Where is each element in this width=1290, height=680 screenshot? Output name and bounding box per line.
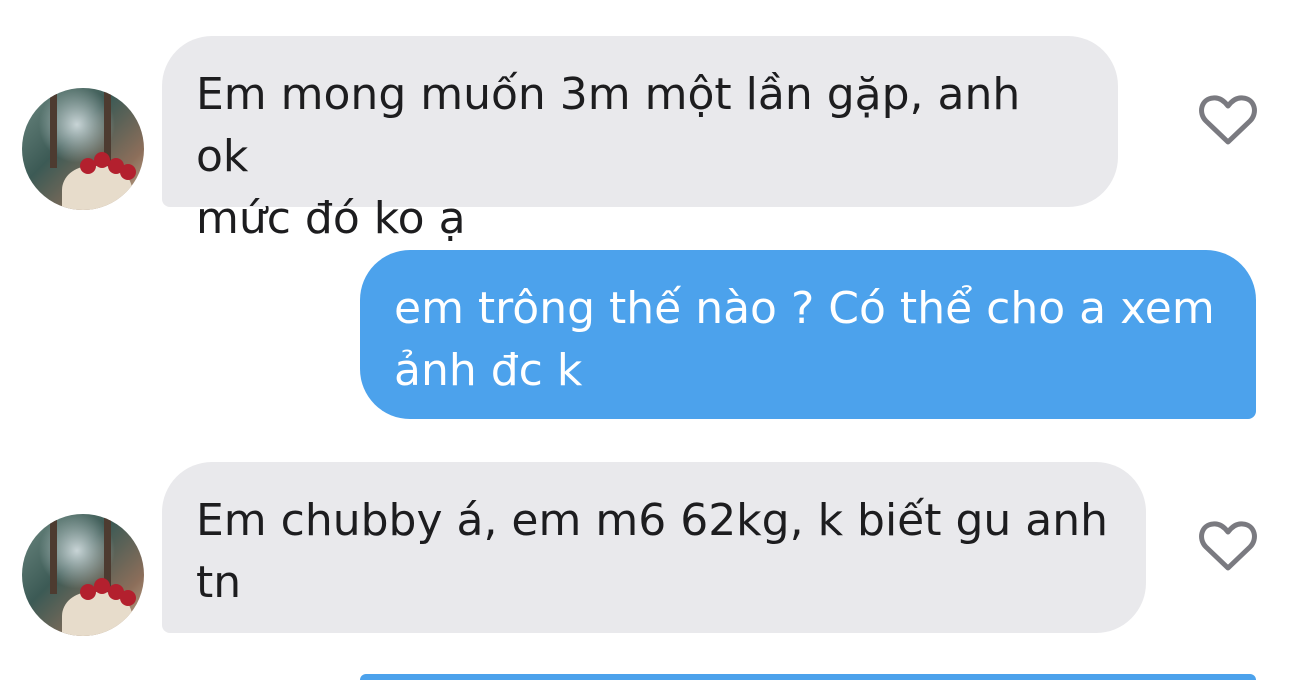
heart-outline-icon[interactable]	[1199, 94, 1257, 146]
chat-thread: Em mong muốn 3m một lần gặp, anh ok mức …	[0, 0, 1290, 680]
message-bubble-incoming[interactable]: Em mong muốn 3m một lần gặp, anh ok mức …	[162, 36, 1118, 244]
avatar[interactable]	[22, 514, 144, 636]
avatar-detail	[120, 164, 136, 180]
avatar[interactable]	[22, 88, 144, 210]
message-bubble-outgoing[interactable]: em trông thế nào ? Có thể cho a xem ảnh …	[360, 250, 1256, 419]
heart-outline-icon[interactable]	[1199, 520, 1257, 572]
avatar-detail	[50, 88, 57, 168]
message-bubble-outgoing[interactable]	[360, 674, 1256, 680]
avatar-detail	[50, 514, 57, 594]
message-bubble-incoming[interactable]: Em chubby á, em m6 62kg, k biết gu anh t…	[162, 462, 1146, 633]
avatar-detail	[120, 590, 136, 606]
